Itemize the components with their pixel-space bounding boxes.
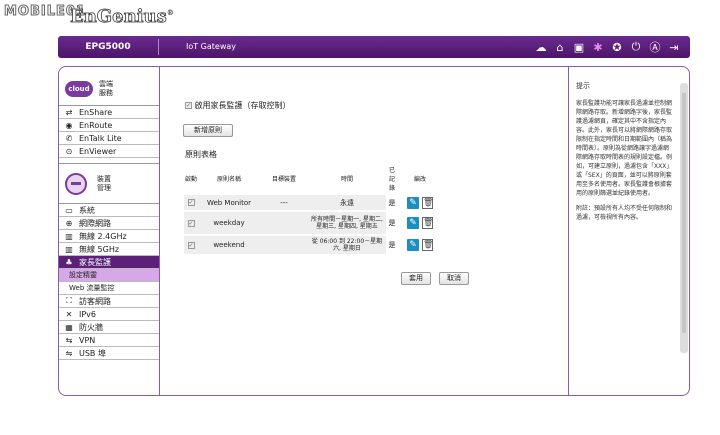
sidebar-item-firewall[interactable]: ▦ 防火牆 [59,321,159,334]
wifi-icon: ▥ [65,231,73,241]
top-bar: EPG5000 IoT Gateway ☁ ⌂ ▣ ✱ ✪ ⏻ Ⓐ ⇥ [58,36,690,58]
edit-icon[interactable]: ✎ [407,196,419,209]
policy-logged: 是 [386,236,398,254]
user-icon[interactable]: Ⓐ [647,38,663,56]
header-divider [158,39,159,55]
policy-table: 啟動 原則名稱 目標裝置 時間 已記錄 編改 ✓ Web Monitor ---… [184,162,442,256]
col-policy-name: 原則名稱 [216,176,241,183]
cancel-button[interactable]: 取消 [439,272,469,285]
trash-icon[interactable]: 🗑 [422,239,433,251]
help-panel: 提示 家長監護功能可讓家長過濾並控制網際網路存取。新增網路字後，家長監護過濾網頁… [576,82,674,228]
policy-time: 從 06:00 到 22:00－星期六, 星期日 [308,236,386,254]
help-divider [568,67,569,395]
col-time: 時間 [340,176,353,183]
family-icon: ♣ [65,257,73,267]
enshare-icon: ⇄ [65,107,73,117]
engenius-logo: EnGenius® [70,6,174,28]
edit-icon[interactable]: ✎ [407,239,419,251]
sidebar-item-wireless-5[interactable]: ▥ 無線 5GHz [59,243,159,256]
monitor-icon: ▭ [65,205,73,215]
add-policy-button[interactable]: 新增原則 [183,124,233,137]
sidebar-item-internet[interactable]: ⊕ 網際網路 [59,217,159,230]
col-edit: 編改 [413,176,426,183]
sidebar: cloud 雲端服務 ⇄ EnShare ◉ EnRoute ✆ EnTalk Lit… [59,72,159,360]
trash-icon[interactable]: 🗑 [422,196,433,209]
target-device [260,236,308,254]
row-enable-checkbox[interactable]: ✓ [187,199,195,206]
sidebar-item-parental-control[interactable]: ♣ 家長監護 [59,256,159,269]
enable-label: 啟用家長監護（存取控制） [194,101,291,110]
tools-icon: ✕ [65,309,73,319]
col-target-device: 目標裝置 [271,176,296,183]
vpn-icon: ⇆ [65,335,73,345]
gear-icon[interactable]: ✱ [590,38,606,56]
enviewer-icon: ⊙ [65,146,73,156]
sidebar-item-wireless-24[interactable]: ▥ 無線 2.4GHz [59,230,159,243]
policy-logged: 是 [386,212,398,234]
sidebar-item-vpn[interactable]: ⇆ VPN [59,334,159,347]
policy-table-title: 原則表格 [185,150,217,159]
enable-parental-control[interactable]: ✓ 啟用家長監護（存取控制） [185,100,291,111]
power-icon[interactable]: ⏻ [628,38,644,56]
table-row: ✓ Web Monitor --- 永遠 是 ✎ 🗑 [184,195,442,210]
sidebar-subitem-web-monitor[interactable]: Web 流量監控 [59,282,159,295]
device-management-icon [65,172,87,195]
cloud-services-title: 雲端服務 [99,79,113,97]
row-enable-checkbox[interactable]: ✓ [187,219,195,227]
globe-icon: ⊕ [65,218,73,228]
apply-button[interactable]: 套用 [401,272,431,285]
col-logged: 已記錄 [388,167,395,192]
table-row: ✓ weekday 所有時間－星期一, 星期二, 星期三, 星期四, 星期五 是… [184,212,442,234]
col-enabled: 啟動 [185,176,198,183]
firewall-icon: ▦ [65,322,73,332]
usb-icon: ⇋ [65,348,73,358]
target-device: --- [260,195,308,210]
scrollbar-thumb[interactable] [682,93,686,333]
cloud-services-header: cloud 雲端服務 [59,72,159,106]
sidebar-subitem-wizard[interactable]: 設定精靈 [59,269,159,282]
edit-icon[interactable]: ✎ [407,217,419,229]
policy-logged: 是 [386,195,398,210]
trash-icon[interactable]: 🗑 [422,217,433,229]
model-name: EPG5000 [85,42,131,52]
wifi-5-icon: ▥ [65,244,73,254]
logout-icon[interactable]: ⇥ [666,38,682,56]
sidebar-item-system[interactable]: ▭ 系統 [59,204,159,217]
wand-icon[interactable]: ✪ [609,38,625,56]
sidebar-item-ipv6[interactable]: ✕ IPv6 [59,308,159,321]
cloud-upload-icon[interactable]: ☁ [533,38,549,56]
sidebar-item-enroute[interactable]: ◉ EnRoute [59,119,159,132]
sidebar-item-usb[interactable]: ⇋ USB 埠 [59,347,159,360]
home-icon[interactable]: ⌂ [552,38,568,56]
policy-name: weekend [198,236,260,254]
target-device [260,212,308,234]
help-body: 家長監護功能可讓家長過濾並控制網際網路存取。新增網路字後，家長監護過濾網頁，確定… [576,100,673,197]
table-header-row: 啟動 原則名稱 目標裝置 時間 已記錄 編改 [184,164,442,193]
save-icon[interactable]: ▣ [571,38,587,56]
help-title: 提示 [576,82,590,90]
help-note: 附註：預設所有人均不受任何限制和過濾，可檢視所有內容。 [576,205,673,221]
device-management-header: 裝置管理 [59,164,159,204]
policy-name: weekday [198,212,260,234]
sidebar-item-guest-network[interactable]: ⛶ 訪客網路 [59,295,159,308]
cloud-icon: cloud [65,80,93,97]
network-icon: ⛶ [66,296,72,305]
device-management-title: 裝置管理 [97,174,111,192]
policy-time: 永遠 [308,195,386,210]
sidebar-item-enshare[interactable]: ⇄ EnShare [59,106,159,119]
policy-name: Web Monitor [198,195,260,210]
policy-time: 所有時間－星期一, 星期二, 星期三, 星期四, 星期五 [308,212,386,234]
entalk-icon: ✆ [65,133,73,143]
row-enable-checkbox[interactable]: ✓ [187,241,195,249]
enable-checkbox[interactable]: ✓ [185,102,192,109]
enroute-icon: ◉ [65,120,73,130]
table-row: ✓ weekend 從 06:00 到 22:00－星期六, 星期日 是 ✎ 🗑 [184,236,442,254]
top-icon-bar: ☁ ⌂ ▣ ✱ ✪ ⏻ Ⓐ ⇥ [533,38,682,56]
sidebar-item-entalk-lite[interactable]: ✆ EnTalk Lite [59,132,159,145]
product-name: IoT Gateway [186,42,237,51]
sidebar-divider [159,67,160,395]
help-scrollbar[interactable] [680,83,688,353]
sidebar-item-enviewer[interactable]: ⊙ EnViewer [59,145,159,158]
